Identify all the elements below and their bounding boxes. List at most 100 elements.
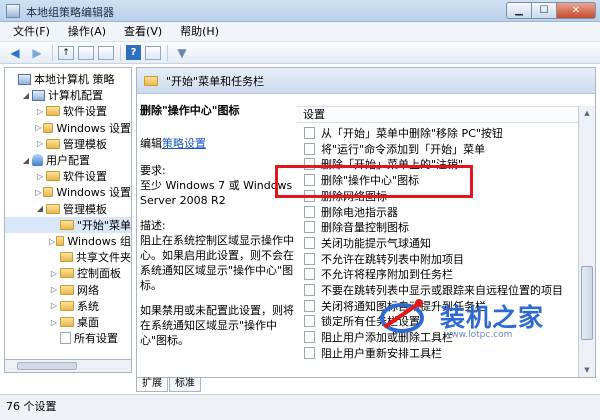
setting-row[interactable]: 删除"操作中心"图标	[297, 172, 578, 188]
setting-row[interactable]: 删除「开始」菜单上的"注销"	[297, 156, 578, 172]
tree-item[interactable]: ▷ 软件设置	[5, 168, 131, 184]
collapse-triangle-icon[interactable]: ◢	[21, 156, 31, 165]
setting-label: 阻止用户重新安排工具栏	[321, 346, 442, 360]
setting-row[interactable]: 不要在跳转列表中显示或跟踪来自远程位置的项目	[297, 282, 578, 298]
minimize-button[interactable]: ▁	[506, 2, 531, 19]
menu-view[interactable]: 查看(V)	[115, 22, 171, 41]
policy-setting-icon	[304, 174, 315, 187]
tree-item[interactable]: ▷ 系统	[5, 298, 131, 314]
tree-item-label: 管理模板	[63, 202, 107, 216]
tree-item[interactable]: ▷ 控制面板	[5, 265, 131, 281]
tree-item-label: Windows 设置	[56, 186, 131, 200]
help-icon[interactable]: ?	[126, 45, 141, 60]
tree-item[interactable]: ▷ 网络	[5, 282, 131, 298]
tree-horizontal-scrollbar[interactable]	[4, 360, 132, 373]
tree-item[interactable]: ▷ 管理模板	[5, 136, 131, 152]
expand-triangle-icon[interactable]: ▷	[35, 172, 45, 181]
expand-triangle-icon[interactable]: ▷	[49, 269, 59, 278]
setting-description: 删除"操作中心"图标 编辑策略设置 要求: 至少 Windows 7 或 Win…	[137, 95, 297, 377]
setting-label: 删除"操作中心"图标	[321, 174, 420, 188]
setting-label: 阻止用户添加或删除工具栏	[321, 331, 453, 345]
tree-item-label: 用户配置	[46, 154, 90, 167]
setting-row[interactable]: 删除网络图标	[297, 188, 578, 204]
tree-item[interactable]: ▷ Windows 组	[5, 233, 131, 249]
tree-item-label: 计算机配置	[48, 89, 103, 103]
tree-item[interactable]: ◢ 用户配置	[5, 152, 131, 168]
tab-extended[interactable]: 扩展	[136, 378, 168, 392]
toolbar-separator	[120, 44, 121, 61]
tree-item[interactable]: ◢ 计算机配置	[5, 87, 131, 103]
scrollbar-thumb[interactable]	[17, 362, 77, 370]
collapse-triangle-icon[interactable]: ◢	[21, 91, 31, 100]
expand-triangle-icon[interactable]: ▷	[49, 237, 55, 246]
tree-item[interactable]: ▷ Windows 设置	[5, 184, 131, 200]
setting-row[interactable]: 阻止用户添加或删除工具栏	[297, 329, 578, 345]
expand-triangle-icon[interactable]: ▷	[35, 107, 45, 116]
requirements-text: 至少 Windows 7 或 Windows Server 2008 R2	[140, 179, 293, 207]
setting-row[interactable]: 从「开始」菜单中删除"移除 PC"按钮	[297, 125, 578, 141]
setting-row[interactable]: 不允许在跳转列表中附加项目	[297, 251, 578, 267]
folder-icon	[46, 106, 60, 117]
menu-help[interactable]: 帮助(H)	[171, 22, 228, 41]
show-hide-tree-icon[interactable]	[78, 45, 94, 60]
file-icon	[60, 332, 71, 345]
toolbar-separator	[52, 44, 53, 61]
expand-triangle-icon[interactable]: ▷	[49, 318, 59, 327]
tree-item[interactable]: 共享文件夹	[5, 249, 131, 265]
filter-icon[interactable]: ▼	[173, 45, 191, 61]
edit-prefix: 编辑	[140, 137, 162, 150]
expand-triangle-icon[interactable]: ▷	[35, 139, 45, 148]
forward-arrow-icon[interactable]: ▶	[28, 45, 46, 61]
settings-column-header[interactable]: 设置	[297, 107, 578, 123]
menu-action[interactable]: 操作(A)	[59, 22, 115, 41]
policy-setting-icon	[304, 127, 315, 139]
setting-row[interactable]: 删除电池指示器	[297, 204, 578, 220]
setting-label: 将"运行"命令添加到「开始」菜单	[321, 142, 486, 156]
setting-row[interactable]: 阻止用户重新安排工具栏	[297, 345, 578, 361]
policy-setting-icon	[304, 252, 315, 265]
tree-item[interactable]: ▷ Windows 设置	[5, 120, 131, 136]
policy-tree[interactable]: 本地计算机 策略 ◢ 计算机配置 ▷ 软件设置 ▷ Windows 设置 ▷ 管理模板 ◢ 用户配置…	[4, 67, 132, 360]
setting-row[interactable]: 关闭将通知图标自动提升到任务栏	[297, 298, 578, 314]
menu-file[interactable]: 文件(F)	[4, 22, 59, 41]
up-folder-icon[interactable]: ↑	[58, 45, 74, 60]
tree-item-label: "开始"菜单	[76, 218, 131, 232]
setting-label: 关闭功能提示气球通知	[321, 236, 431, 250]
folder-icon	[56, 236, 65, 246]
description-text-2: 如果禁用或未配置此设置，则将在系统通知区域显示"操作中心"图标。	[140, 304, 294, 347]
tree-item[interactable]: ▷ 桌面	[5, 314, 131, 330]
tree-item[interactable]: ▷ 软件设置	[5, 103, 131, 119]
tab-standard[interactable]: 标准	[169, 378, 201, 392]
tree-item[interactable]: 本地计算机 策略	[5, 71, 131, 87]
settings-vertical-scrollbar[interactable]: ▲ ▼	[578, 106, 595, 377]
properties-icon[interactable]	[145, 45, 161, 60]
expand-triangle-icon[interactable]: ▷	[35, 188, 42, 197]
export-list-icon[interactable]	[98, 45, 114, 60]
setting-row[interactable]: 关闭功能提示气球通知	[297, 235, 578, 251]
expand-triangle-icon[interactable]: ▷	[49, 285, 59, 294]
edit-policy-link[interactable]: 策略设置	[162, 137, 206, 150]
scroll-down-arrow-icon[interactable]: ▼	[579, 363, 595, 377]
tree-item[interactable]: ◢ 管理模板	[5, 201, 131, 217]
expand-triangle-icon[interactable]: ▷	[49, 301, 59, 310]
policy-setting-icon	[304, 236, 315, 249]
tree-item-label: Windows 设置	[56, 121, 131, 135]
settings-list[interactable]: 设置 从「开始」菜单中删除"移除 PC"按钮 将"运行"命令添加到「开始」菜单 删除…	[297, 106, 578, 377]
setting-row[interactable]: 不允许将程序附加到任务栏	[297, 266, 578, 282]
setting-row[interactable]: 删除音量控制图标	[297, 219, 578, 235]
maximize-button[interactable]: ☐	[531, 2, 556, 19]
setting-row[interactable]: 将"运行"命令添加到「开始」菜单	[297, 141, 578, 157]
back-arrow-icon[interactable]: ◀	[6, 45, 24, 61]
tree-item[interactable]: 所有设置	[5, 330, 131, 346]
status-bar: 76 个设置	[0, 394, 600, 420]
tree-item[interactable]: "开始"菜单	[5, 216, 131, 233]
expand-triangle-icon[interactable]: ▷	[35, 123, 42, 132]
folder-icon	[46, 203, 60, 214]
setting-row[interactable]: 锁定所有任务栏设置	[297, 313, 578, 329]
collapse-triangle-icon[interactable]: ◢	[35, 204, 45, 213]
close-button[interactable]: ✕	[556, 2, 596, 19]
scroll-up-arrow-icon[interactable]: ▲	[579, 106, 595, 120]
scrollbar-thumb[interactable]	[581, 266, 593, 340]
setting-label: 删除音量控制图标	[321, 221, 409, 235]
folder-icon	[60, 300, 74, 311]
